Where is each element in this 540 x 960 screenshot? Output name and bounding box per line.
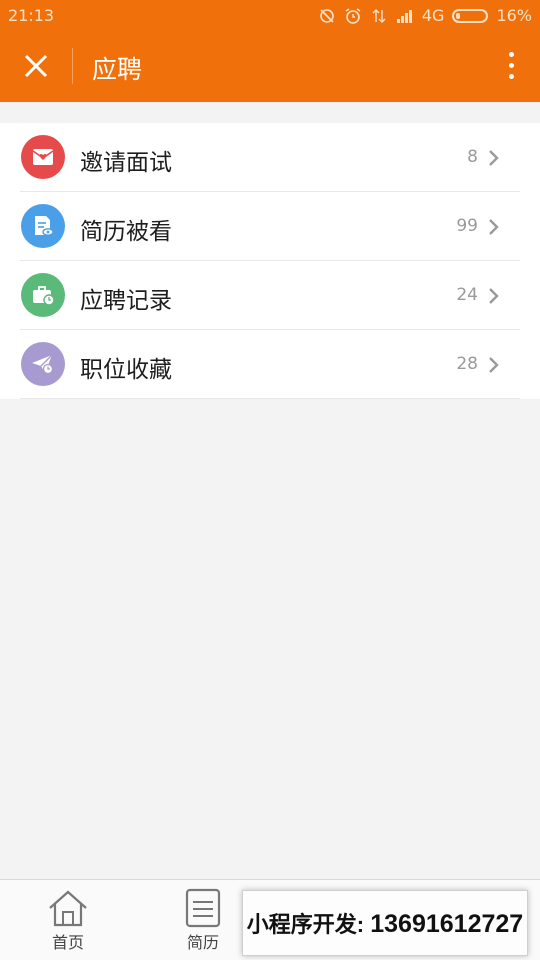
list-item-count: 99: [456, 216, 478, 236]
application-menu-list: 邀请面试 8 简历被看 99 应聘记录 24 职位收藏 28: [0, 123, 540, 399]
chevron-right-icon: [489, 288, 499, 304]
list-item-label: 应聘记录: [80, 288, 172, 314]
close-icon: [24, 54, 48, 78]
document-icon: [185, 888, 221, 928]
sync-off-icon: [320, 8, 334, 23]
list-item-resume-viewed[interactable]: 简历被看 99: [0, 192, 540, 261]
signal-icon: [396, 9, 412, 23]
close-button[interactable]: [18, 52, 54, 82]
list-item-interview-invitations[interactable]: 邀请面试 8: [0, 123, 540, 192]
promo-phone: 13691612727: [370, 910, 524, 938]
battery-level: 16%: [496, 6, 532, 25]
promo-banner: 小程序开发: 13691612727: [242, 890, 528, 956]
list-item-count: 8: [467, 147, 478, 167]
status-bar: 21:13 4G 16%: [0, 0, 540, 32]
promo-prefix: 小程序开发:: [246, 912, 371, 937]
tab-home[interactable]: 首页: [28, 880, 108, 960]
more-dot-icon: [508, 74, 514, 79]
chevron-right-icon: [489, 219, 499, 235]
list-item-count: 28: [456, 354, 478, 374]
envelope-heart-icon: [21, 135, 65, 179]
status-indicators: 4G 16%: [318, 6, 532, 25]
list-item-label: 邀请面试: [80, 150, 172, 176]
list-item-count: 24: [456, 285, 478, 305]
document-eye-icon: [21, 204, 65, 248]
tab-label: 简历: [186, 933, 219, 952]
more-dot-icon: [508, 63, 514, 68]
tab-resume[interactable]: 简历: [163, 880, 243, 960]
list-item-application-records[interactable]: 应聘记录 24: [0, 261, 540, 330]
more-dot-icon: [508, 52, 514, 57]
page-title: 应聘: [92, 55, 143, 84]
chevron-right-icon: [489, 150, 499, 166]
battery-icon: [452, 8, 489, 23]
list-item-saved-jobs[interactable]: 职位收藏 28: [0, 330, 540, 399]
home-icon: [49, 890, 87, 927]
tab-label: 首页: [51, 933, 84, 952]
more-menu-button[interactable]: [504, 48, 518, 88]
promo-text: 小程序开发: 13691612727: [247, 907, 523, 939]
data-transfer-icon: [372, 8, 386, 23]
alarm-icon: [345, 7, 361, 24]
status-time: 21:13: [8, 6, 55, 25]
app-header: 应聘: [0, 32, 540, 102]
list-item-label: 职位收藏: [80, 357, 172, 383]
paper-plane-clock-icon: [21, 342, 65, 386]
list-item-label: 简历被看: [80, 219, 172, 245]
briefcase-clock-icon: [21, 273, 65, 317]
header-divider: [72, 48, 73, 84]
chevron-right-icon: [489, 357, 499, 373]
network-type: 4G: [421, 6, 445, 25]
